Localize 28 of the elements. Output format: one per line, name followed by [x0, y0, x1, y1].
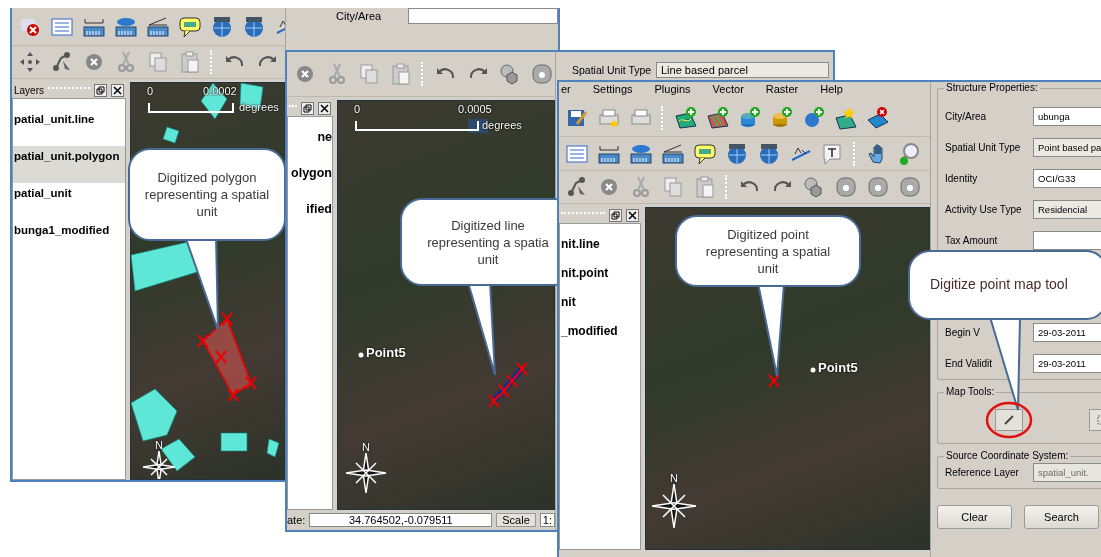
north-label: N	[670, 472, 678, 484]
coordinate-label: ate:	[287, 514, 306, 526]
point-label: Point5	[366, 345, 406, 360]
panel-title: Layers	[14, 84, 44, 96]
field-label: Activity Use Type	[945, 204, 1023, 215]
field-label: Spatial Unit Type	[572, 64, 652, 76]
field-label: Spatial Unit Type	[945, 142, 1022, 153]
field-label: Tax Amount	[945, 235, 999, 246]
field-label: City/Area	[945, 111, 988, 122]
scale-unit-label: degrees	[239, 101, 279, 113]
scale-end-label: 0.0005	[458, 103, 492, 115]
field-label: Identity	[945, 173, 979, 184]
field-label: Begin V	[945, 327, 982, 338]
field-label: End Validit	[945, 358, 994, 369]
callout-bubble: Digitize point map tool	[908, 250, 1101, 320]
north-label: N	[362, 441, 370, 453]
north-label: N	[155, 439, 163, 451]
scale-unit-label: degrees	[482, 119, 522, 131]
scale-start-label: 0	[147, 85, 154, 97]
callout-bubble: Digitized polygon representing a spatial unit	[128, 148, 286, 241]
callout-bubble: Digitized point representing a spatial unit	[675, 215, 861, 287]
field-label: City/Area	[336, 10, 383, 22]
group-title: Map Tools:	[944, 386, 997, 397]
group-title: Structure Properties:	[944, 82, 1040, 93]
field-label: Reference Layer	[945, 467, 1020, 478]
point-label: Point5	[818, 360, 858, 375]
group-title: Source Coordinate System:	[944, 450, 1071, 461]
scale-start-label: 0	[354, 103, 361, 115]
